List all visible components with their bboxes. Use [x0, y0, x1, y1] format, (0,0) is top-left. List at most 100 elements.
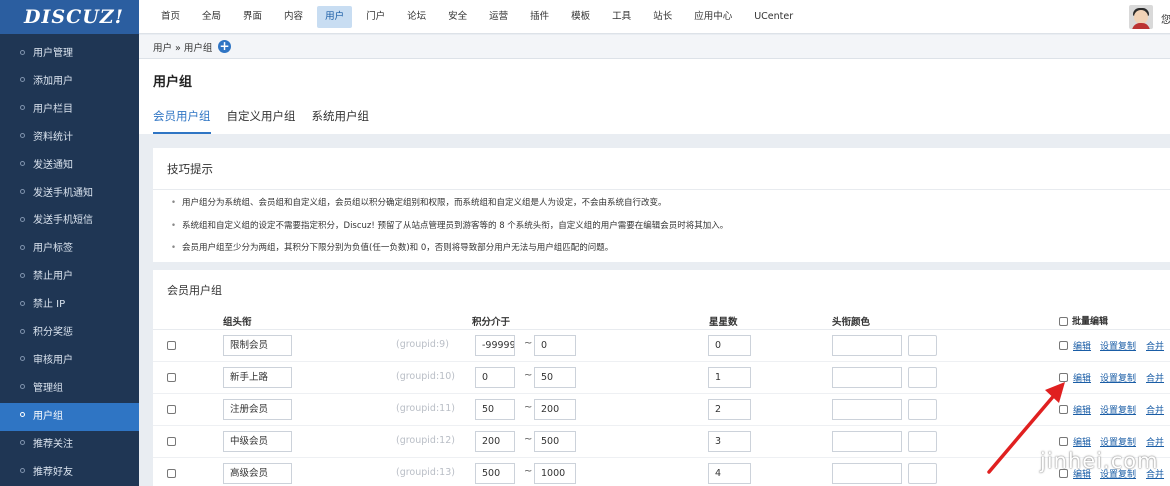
- sidebar-item-label: 发送手机短信: [33, 215, 93, 227]
- sidebar-item[interactable]: 发送通知: [0, 152, 139, 180]
- stars-input[interactable]: 2: [708, 399, 751, 420]
- points-min-input[interactable]: 0: [475, 367, 515, 388]
- discuz-logo[interactable]: DISCUZ!: [0, 0, 139, 34]
- copy-settings-link[interactable]: 设置复制: [1100, 371, 1136, 384]
- title-color-input[interactable]: [832, 431, 902, 452]
- merge-link[interactable]: 合并: [1146, 435, 1164, 448]
- bullet-icon: [20, 356, 25, 362]
- range-tilde: ~: [524, 370, 533, 381]
- color-picker-button[interactable]: [908, 367, 937, 388]
- group-name-input[interactable]: 中级会员: [223, 431, 292, 452]
- color-picker-button[interactable]: [908, 335, 937, 356]
- edit-link[interactable]: 编辑: [1073, 339, 1091, 352]
- topnav-item[interactable]: 用户: [317, 6, 353, 28]
- topnav-item[interactable]: 论坛: [399, 6, 434, 28]
- group-name-input[interactable]: 新手上路: [223, 367, 292, 388]
- bullet-icon: [20, 272, 25, 278]
- merge-link[interactable]: 合并: [1146, 403, 1164, 416]
- color-picker-button[interactable]: [908, 399, 937, 420]
- topnav-item[interactable]: 站长: [645, 6, 680, 28]
- plus-circle-icon[interactable]: +: [218, 40, 231, 53]
- copy-settings-link[interactable]: 设置复制: [1100, 403, 1136, 416]
- stars-input[interactable]: 0: [708, 335, 751, 356]
- sidebar-item[interactable]: 发送手机通知: [0, 180, 139, 208]
- topnav-item[interactable]: 首页: [153, 6, 188, 28]
- stars-input[interactable]: 1: [708, 367, 751, 388]
- tip-item: 系统组和自定义组的设定不需要指定积分，Discuz! 预留了从站点管理员到游客等…: [171, 219, 728, 231]
- group-name-input[interactable]: 高级会员: [223, 463, 292, 484]
- batch-edit-label: 批量编辑: [1072, 317, 1109, 327]
- points-max-input[interactable]: 0: [534, 335, 576, 356]
- title-color-input[interactable]: [832, 335, 902, 356]
- topnav-item[interactable]: 全局: [194, 6, 229, 28]
- sidebar-item-label: 审核用户: [33, 354, 73, 366]
- topnav-item[interactable]: 插件: [522, 6, 557, 28]
- topnav-item[interactable]: 门户: [358, 6, 393, 28]
- points-max-input[interactable]: 50: [534, 367, 576, 388]
- title-color-input[interactable]: [832, 399, 902, 420]
- group-name-input[interactable]: 注册会员: [223, 399, 292, 420]
- sidebar-item-label: 禁止 IP: [33, 299, 66, 311]
- sidebar-item[interactable]: 用户管理: [0, 40, 139, 68]
- points-min-input[interactable]: 500: [475, 463, 515, 484]
- row-select-checkbox[interactable]: [167, 405, 176, 414]
- topnav-item[interactable]: 内容: [276, 6, 311, 28]
- sidebar-item[interactable]: 添加用户: [0, 68, 139, 96]
- copy-settings-link[interactable]: 设置复制: [1100, 435, 1136, 448]
- sidebar-item[interactable]: 用户标签: [0, 235, 139, 263]
- sidebar-item[interactable]: 禁止 IP: [0, 291, 139, 319]
- topnav-item[interactable]: 模板: [563, 6, 598, 28]
- sidebar-item[interactable]: 推荐好友: [0, 459, 139, 486]
- sidebar-item[interactable]: 禁止用户: [0, 263, 139, 291]
- points-max-input[interactable]: 500: [534, 431, 576, 452]
- title-color-input[interactable]: [832, 463, 902, 484]
- col-header-name: 组头衔: [223, 317, 252, 328]
- sidebar-item[interactable]: 发送手机短信: [0, 207, 139, 235]
- color-picker-button[interactable]: [908, 431, 937, 452]
- color-picker-button[interactable]: [908, 463, 937, 484]
- points-min-input[interactable]: 50: [475, 399, 515, 420]
- bullet-icon: [20, 216, 25, 222]
- topnav-item[interactable]: 安全: [440, 6, 475, 28]
- row-select-checkbox[interactable]: [167, 341, 176, 350]
- group-id-label: (groupid:9): [396, 339, 449, 350]
- topnav-item[interactable]: 运营: [481, 6, 516, 28]
- points-min-input[interactable]: 200: [475, 431, 515, 452]
- copy-settings-link[interactable]: 设置复制: [1100, 339, 1136, 352]
- points-min-input[interactable]: -99999: [475, 335, 515, 356]
- points-max-input[interactable]: 200: [534, 399, 576, 420]
- merge-link[interactable]: 合并: [1146, 339, 1164, 352]
- sidebar-item-label: 发送手机通知: [33, 187, 93, 199]
- range-tilde: ~: [524, 466, 533, 477]
- row-select-checkbox[interactable]: [167, 469, 176, 478]
- tab-item[interactable]: 系统用户组: [312, 108, 370, 134]
- points-max-input[interactable]: 1000: [534, 463, 576, 484]
- stars-input[interactable]: 3: [708, 431, 751, 452]
- topnav-item[interactable]: 工具: [604, 6, 639, 28]
- sidebar-item[interactable]: 用户栏目: [0, 96, 139, 124]
- tab-item[interactable]: 会员用户组: [153, 108, 211, 134]
- sidebar-item[interactable]: 资料统计: [0, 124, 139, 152]
- topnav-item[interactable]: 应用中心: [686, 6, 740, 28]
- row-select-checkbox[interactable]: [167, 373, 176, 382]
- stars-input[interactable]: 4: [708, 463, 751, 484]
- row-select-checkbox[interactable]: [167, 437, 176, 446]
- page-header: 用户组 会员用户组 自定义用户组 系统用户组: [139, 59, 1170, 134]
- sidebar-item[interactable]: 管理组: [0, 375, 139, 403]
- user-avatar-icon[interactable]: [1129, 5, 1153, 29]
- batch-edit-checkbox[interactable]: [1059, 317, 1068, 326]
- sidebar-item[interactable]: 用户组: [0, 402, 139, 431]
- batch-select-checkbox[interactable]: [1059, 341, 1068, 350]
- sidebar-item[interactable]: 推荐关注: [0, 431, 139, 459]
- title-color-input[interactable]: [832, 367, 902, 388]
- sidebar-item[interactable]: 积分奖惩: [0, 319, 139, 347]
- tab-item[interactable]: 自定义用户组: [227, 108, 296, 134]
- group-name-input[interactable]: 限制会员: [223, 335, 292, 356]
- groups-title: 会员用户组: [167, 284, 222, 297]
- topnav-item[interactable]: UCenter: [746, 6, 801, 28]
- bullet-icon: [20, 161, 25, 167]
- sidebar-item[interactable]: 审核用户: [0, 347, 139, 375]
- top-user-label[interactable]: 您: [1161, 11, 1170, 26]
- merge-link[interactable]: 合并: [1146, 371, 1164, 384]
- topnav-item[interactable]: 界面: [235, 6, 270, 28]
